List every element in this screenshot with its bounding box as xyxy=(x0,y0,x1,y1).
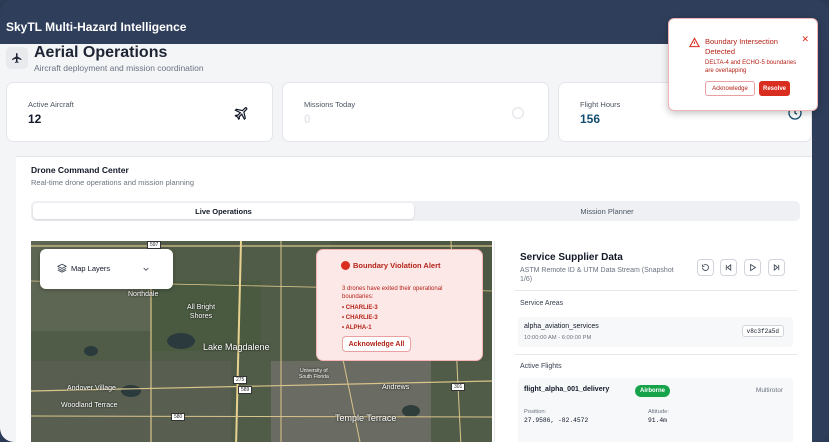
altitude-value: 91.4m xyxy=(648,417,667,424)
chevron-down-icon xyxy=(143,267,149,271)
acknowledge-all-button[interactable]: Acknowledge All xyxy=(342,336,411,352)
flight-type: Multirotor xyxy=(755,387,783,394)
stat-card-missions-today: Missions Today 0 xyxy=(282,82,549,142)
page-subtitle: Aircraft deployment and mission coordina… xyxy=(34,63,204,73)
stat-value: 0 xyxy=(304,112,311,126)
map-label-university: University of South Florida xyxy=(299,368,329,380)
app-window: SkyTL Multi-Hazard Intelligence Aerial O… xyxy=(0,0,829,442)
close-icon[interactable]: ✕ xyxy=(801,34,809,45)
service-id-badge: v8c3f2a5d xyxy=(741,325,784,337)
supplier-subtitle: ASTM Remote ID & UTM Data Stream (Snapsh… xyxy=(520,267,674,283)
road-shield: 275 xyxy=(233,376,248,384)
drone-command-panel: Drone Command Center Real-time drone ope… xyxy=(16,156,812,442)
alert-item: • CHARLIE-3 xyxy=(342,315,378,321)
service-supplier-panel: Service Supplier Data ASTM Remote ID & U… xyxy=(494,241,797,442)
restart-button[interactable] xyxy=(697,259,714,276)
skip-forward-button[interactable] xyxy=(768,259,785,276)
play-button[interactable] xyxy=(744,259,761,276)
alert-title: Boundary Violation Alert xyxy=(353,261,441,270)
tab-live-operations[interactable]: Live Operations xyxy=(33,203,414,219)
road-shield: 580 xyxy=(171,413,186,421)
stat-label: Active Aircraft xyxy=(28,100,74,109)
flight-card[interactable]: flight_alpha_001_delivery Airborne Multi… xyxy=(518,378,793,442)
toast-message: DELTA-4 and ECHO-5 boundaries are overla… xyxy=(705,60,797,74)
play-icon xyxy=(750,263,757,272)
service-area-item[interactable]: alpha_aviation_services 10:00:00 AM - 6:… xyxy=(518,317,793,347)
restart-icon xyxy=(702,264,709,271)
plane-icon xyxy=(6,47,28,69)
stat-value: 156 xyxy=(580,112,601,126)
map-label-all-bright-shores: All Bright Shores xyxy=(187,304,216,320)
alert-message: 3 drones have exited their operational b… xyxy=(342,286,443,300)
stat-value: 12 xyxy=(28,112,42,126)
alert-item: • ALPHA-1 xyxy=(342,325,372,331)
road-shield: 589 xyxy=(238,386,253,394)
boundary-violation-alert: Boundary Violation Alert 3 drones have e… xyxy=(316,249,483,361)
map-layers-dropdown[interactable]: Map Layers xyxy=(40,249,173,289)
altitude-label: Altitude: xyxy=(648,409,669,415)
tab-mission-planner[interactable]: Mission Planner xyxy=(416,203,798,219)
skip-back-icon xyxy=(725,264,732,271)
toast-title: Boundary Intersection Detected xyxy=(705,37,778,56)
position-label: Position: xyxy=(524,409,547,415)
boundary-intersection-toast: Boundary Intersection Detected DELTA-4 a… xyxy=(668,18,818,111)
panel-title: Drone Command Center xyxy=(31,165,129,175)
divider xyxy=(515,354,797,355)
map-layers-label: Map Layers xyxy=(71,264,111,273)
status-badge: Airborne xyxy=(635,385,671,397)
warning-icon xyxy=(689,37,700,48)
map-label-lake-magdalene: Lake Magdalene xyxy=(203,342,270,352)
stat-label: Missions Today xyxy=(304,100,356,109)
skip-forward-icon xyxy=(773,264,780,271)
service-areas-heading: Service Areas xyxy=(520,300,564,307)
service-name: alpha_aviation_services xyxy=(524,323,599,330)
panel-subtitle: Real-time drone operations and mission p… xyxy=(31,178,195,187)
position-value: 27.9586, -82.4572 xyxy=(524,417,589,424)
road-shield: 597 xyxy=(147,241,162,249)
map-label-northdale: Northdale xyxy=(128,291,159,298)
map-label-woodland-terrace: Woodland Terrace xyxy=(61,402,118,409)
alert-dot-icon xyxy=(341,261,350,270)
resolve-button[interactable]: Resolve xyxy=(759,81,790,96)
divider xyxy=(515,290,797,291)
page-title: Aerial Operations xyxy=(34,44,168,61)
road-shield: 301 xyxy=(451,383,466,391)
map-label-andover-village: Andover Village xyxy=(67,385,116,392)
layers-icon xyxy=(57,263,67,273)
plane-icon xyxy=(234,107,248,121)
map-label-temple-terrace: Temple Terrace xyxy=(335,413,397,423)
acknowledge-button[interactable]: Acknowledge xyxy=(705,81,755,96)
stat-card-active-aircraft: Active Aircraft 12 xyxy=(6,82,273,142)
skip-back-button[interactable] xyxy=(720,259,737,276)
tab-bar: Live Operations Mission Planner xyxy=(31,201,800,221)
alert-item: • CHARLIE-3 xyxy=(342,305,378,311)
target-icon xyxy=(512,107,524,119)
supplier-title: Service Supplier Data xyxy=(520,252,623,263)
service-time: 10:00:00 AM - 6:00:00 PM xyxy=(524,335,592,341)
active-flights-heading: Active Flights xyxy=(520,363,562,370)
app-title: SkyTL Multi-Hazard Intelligence xyxy=(6,20,187,34)
map-label-andrews: Andrews xyxy=(382,384,410,391)
flight-name: flight_alpha_001_delivery xyxy=(524,386,610,393)
stat-label: Flight Hours xyxy=(580,100,621,109)
map-view[interactable]: Northdale All Bright Shores Lake Magdale… xyxy=(31,241,492,442)
